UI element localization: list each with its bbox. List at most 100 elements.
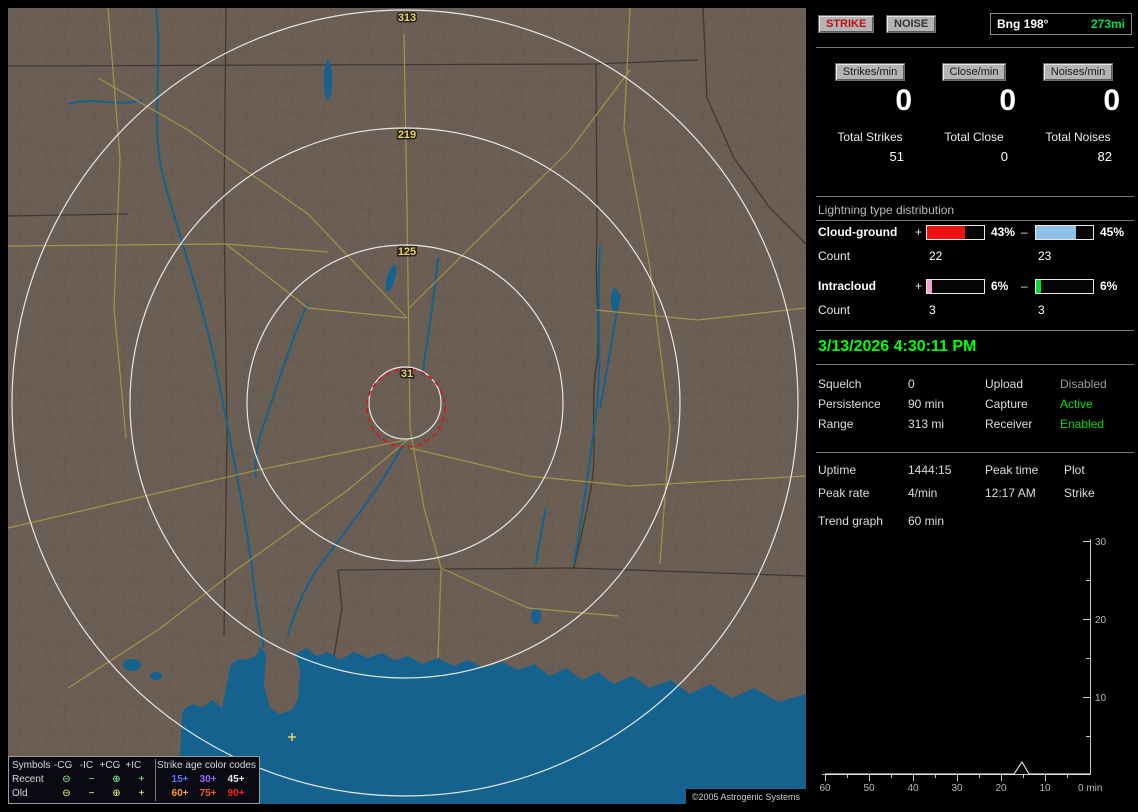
rate-counters: Strikes/min 0 Close/min 0 Noises/min 0 (818, 62, 1132, 118)
total-noises: Total Noises 82 (1026, 130, 1130, 164)
stats-block: Uptime 1444:15 Peak time Plot Peak rate … (818, 458, 1136, 504)
peak-rate-value: 4/min (908, 485, 938, 500)
separator (816, 364, 1134, 365)
ic-positive-count: 3 (929, 303, 936, 317)
range-value: 313 mi (908, 417, 945, 431)
noises-per-min-value: 0 (1103, 84, 1120, 117)
total-close-label: Total Close (944, 130, 1004, 144)
range-ring-label: 125 (398, 246, 416, 258)
separator (816, 220, 1134, 221)
total-strikes-label: Total Strikes (837, 130, 903, 144)
peak-time-label: Peak time (985, 462, 1039, 477)
settings-row: Squelch 0 Upload Disabled (818, 374, 1136, 394)
separator (816, 330, 1134, 331)
cg-negative-count: 23 (1038, 249, 1052, 263)
bearing-indicator: Bng 198° 273mi (990, 13, 1132, 35)
cg-negative-bar (1035, 224, 1094, 240)
trend-graph-label: Trend graph (818, 514, 883, 528)
range-ring-label: 31 (401, 368, 413, 380)
map-display: 313 219 125 31 (8, 8, 806, 804)
x-tick-label: 60 (819, 783, 831, 794)
noise-mode-button[interactable]: NOISE (886, 15, 937, 33)
x-axis-end-label: 0 min (1078, 783, 1102, 794)
x-tick-label: 30 (951, 783, 963, 794)
legend-col-pos-cg: +CG (99, 759, 121, 771)
legend-age-title: Strike age color codes (157, 759, 256, 771)
settings-row: Persistence 90 min Capture Active (818, 394, 1136, 414)
total-noises-value: 82 (1097, 149, 1112, 164)
copyright-notice: ©2005 Astrogenic Systems (685, 789, 806, 804)
y-tick-label: 20 (1095, 615, 1107, 626)
minus-sign: – (1021, 225, 1028, 239)
strikes-per-min-value: 0 (895, 84, 912, 117)
total-close: Total Close 0 (922, 130, 1026, 164)
close-per-min-label: Close/min (941, 63, 1007, 81)
close-per-min-counter: Close/min 0 (922, 62, 1026, 118)
separator (816, 196, 1134, 197)
legend-recent-label: Recent (12, 773, 44, 785)
y-tick-label: 10 (1095, 693, 1107, 704)
minus-sign: – (1021, 279, 1028, 293)
strikes-per-min-label: Strikes/min (834, 63, 906, 81)
legend-col-neg-ic: -IC (79, 759, 94, 771)
strike-mode-button[interactable]: STRIKE (818, 15, 875, 33)
plus-sign: + (915, 225, 923, 239)
cg-positive-pct: 43% (991, 225, 1016, 239)
total-noises-label: Total Noises (1045, 130, 1111, 144)
persistence-value: 90 min (908, 397, 945, 411)
squelch-value: 0 (908, 377, 915, 391)
neg-ic-icon: − (88, 773, 95, 785)
range-ring-label: 313 (398, 12, 416, 24)
count-label: Count (818, 303, 851, 317)
neg-cg-icon: ⊖ (62, 773, 71, 785)
total-strikes: Total Strikes 51 (818, 130, 922, 164)
mode-toolbar: STRIKE NOISE Bng 198° 273mi (812, 13, 1138, 39)
stats-row: Uptime 1444:15 Peak time Plot (818, 458, 1136, 481)
uptime-value: 1444:15 (908, 462, 952, 477)
ic-negative-count: 3 (1038, 303, 1045, 317)
bearing-value: Bng 198° (997, 17, 1049, 31)
ic-positive-pct: 6% (991, 279, 1009, 293)
legend-symbols-title: Symbols (12, 759, 51, 771)
strikes-per-min-counter: Strikes/min 0 (818, 62, 922, 118)
y-tick-label: 30 (1095, 537, 1107, 548)
receiver-status: Enabled (1060, 417, 1105, 431)
lightning-map: 313 219 125 31 Symbols -CG -IC +CG +IC S… (8, 8, 806, 804)
totals: Total Strikes 51 Total Close 0 Total Noi… (818, 130, 1132, 164)
intracloud-count-row: Count 3 3 (818, 302, 1134, 318)
cg-positive-bar (926, 224, 985, 240)
x-tick-label: 40 (907, 783, 919, 794)
current-datetime: 3/13/2026 4:30:11 PM (818, 338, 977, 355)
range-ring-label: 219 (398, 129, 416, 141)
total-close-value: 0 (1000, 149, 1008, 164)
count-label: Count (818, 249, 851, 263)
legend-col-pos-ic: +IC (125, 759, 142, 771)
capture-status: Active (1060, 397, 1093, 411)
plus-sign: + (915, 279, 923, 293)
ic-negative-bar (1035, 278, 1094, 294)
pos-cg-icon: ⊕ (112, 787, 121, 799)
x-tick-label: 10 (1039, 783, 1051, 794)
intracloud-row: Intracloud + 6% – 6% (818, 278, 1134, 294)
age-code-30: 30+ (199, 773, 217, 785)
legend-col-neg-cg: -CG (53, 759, 73, 771)
age-code-60: 60+ (171, 787, 189, 799)
separator (816, 452, 1134, 453)
cloud-ground-row: Cloud-ground + 43% – 45% (818, 224, 1134, 240)
upload-label: Upload (985, 377, 1024, 391)
legend-old-row: Old ⊖ − ⊕ + 60+ 75+ 90+ (12, 786, 256, 800)
persistence-label: Persistence (818, 397, 881, 411)
pos-cg-icon: ⊕ (112, 773, 121, 785)
ic-positive-bar (926, 278, 985, 294)
peak-rate-label: Peak rate (818, 485, 870, 500)
cloud-ground-count-row: Count 22 23 (818, 248, 1134, 264)
x-tick-label: 50 (863, 783, 875, 794)
noises-per-min-counter: Noises/min 0 (1026, 62, 1130, 118)
cloud-ground-label: Cloud-ground (818, 225, 898, 239)
age-code-45: 45+ (227, 773, 245, 785)
trend-axes (822, 539, 1091, 775)
cg-positive-count: 22 (929, 249, 943, 263)
trend-ticks (825, 541, 1090, 781)
distribution-title: Lightning type distribution (818, 203, 955, 217)
upload-status: Disabled (1060, 377, 1107, 391)
